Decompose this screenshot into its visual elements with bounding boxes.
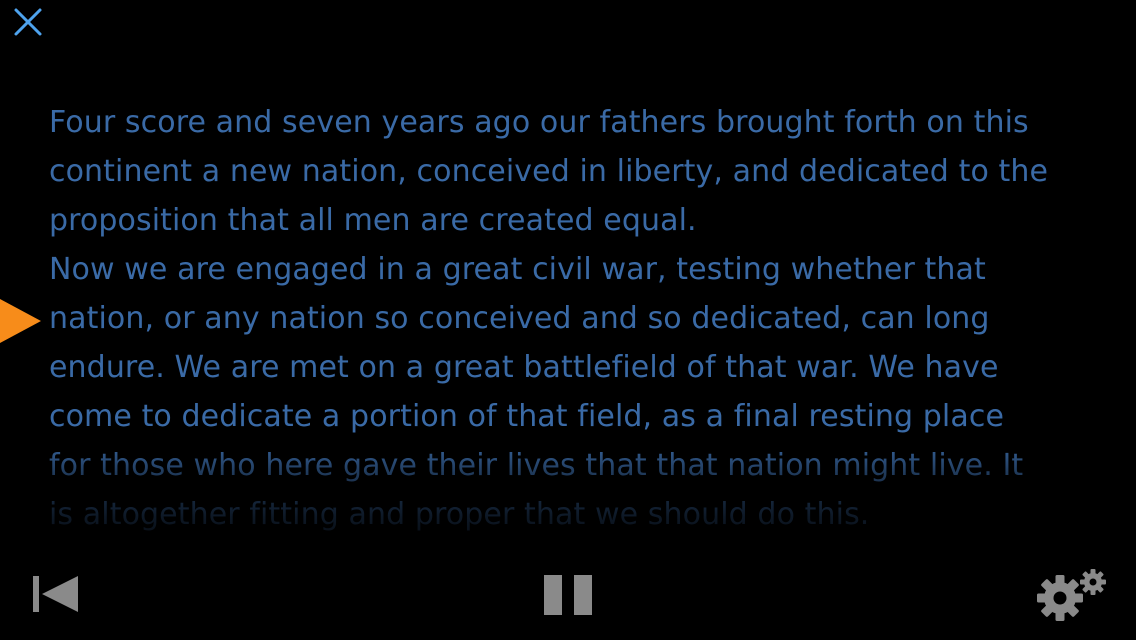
prompt-line: come to dedicate a portion of that field… (49, 399, 1004, 434)
prompt-line: continent a new nation, conceived in lib… (49, 154, 1049, 189)
prompt-line: for those who here gave their lives that… (49, 448, 1024, 483)
prompt-line: is altogether fitting and proper that we… (49, 497, 870, 532)
close-icon (14, 8, 42, 36)
triangle-right-icon (0, 299, 41, 343)
prompt-line: endure. We are met on a great battlefiel… (49, 350, 999, 385)
prompt-text-area[interactable]: Four score and seven years ago our fathe… (49, 98, 1129, 538)
settings-button[interactable] (1030, 566, 1110, 624)
skip-back-icon (33, 576, 78, 612)
reading-position-marker[interactable] (0, 297, 44, 345)
teleprompter-screen: Four score and seven years ago our fathe… (0, 0, 1136, 640)
prompt-line: proposition that all men are created equ… (49, 203, 697, 238)
pause-icon (544, 575, 592, 615)
prompt-line: Four score and seven years ago our fathe… (49, 105, 1029, 140)
rewind-button[interactable] (28, 572, 82, 618)
close-button[interactable] (10, 6, 46, 38)
prompt-line: Now we are engaged in a great civil war,… (49, 252, 986, 287)
gears-icon (1037, 569, 1106, 621)
pause-button[interactable] (540, 572, 596, 618)
prompt-line: nation, or any nation so conceived and s… (49, 301, 990, 336)
